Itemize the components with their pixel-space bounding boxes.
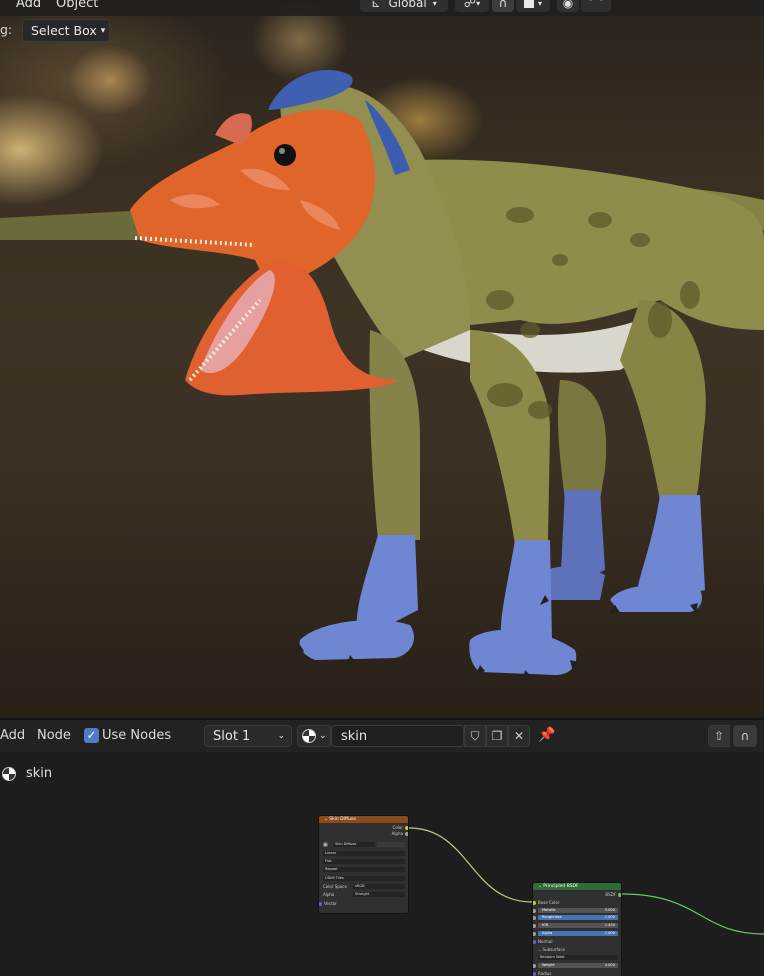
dinosaur-model-render[interactable] <box>0 0 764 718</box>
chevron-down-icon: ⌄ <box>319 731 327 741</box>
image-actions[interactable] <box>377 842 405 847</box>
pin-icon: 📌 <box>538 727 556 743</box>
node-editor-header: Add Node ✓ Use Nodes Slot 1 ⌄ ⌄ skin ⛉ ❐… <box>0 720 764 752</box>
link-color-to-base-color <box>408 827 533 903</box>
proportional-editing-toggle[interactable]: ◉ <box>557 0 579 12</box>
drag-label: g: <box>0 22 13 37</box>
color-space-dropdown[interactable]: sRGB <box>353 884 405 889</box>
pivot-icon: ☍ <box>463 0 477 10</box>
image-browse-icon[interactable]: ▣ <box>323 842 328 848</box>
alpha-mode-dropdown[interactable]: Straight <box>353 892 405 897</box>
falloff-dropdown[interactable]: ⌒ <box>581 0 611 12</box>
falloff-curve-icon: ⌒ <box>589 0 602 11</box>
pivot-point-dropdown[interactable]: ☍ ▾ <box>455 0 489 12</box>
subsurface-method-dropdown[interactable]: Random Walk <box>538 955 618 960</box>
input-metallic-socket[interactable] <box>533 909 536 913</box>
link-bsdf-output <box>621 893 764 935</box>
use-nodes-checkbox[interactable]: ✓ <box>84 728 99 743</box>
roughness-slider[interactable]: Roughness 1.000 <box>538 915 618 920</box>
checkmark-icon: ✓ <box>86 728 97 742</box>
metallic-slider[interactable]: Metallic 0.000 <box>538 908 618 913</box>
slot-dropdown[interactable]: Slot 1 ⌄ <box>204 725 292 747</box>
close-icon: ✕ <box>513 729 525 743</box>
radius-label: Radius <box>538 971 552 976</box>
interpolation-dropdown[interactable]: Linear <box>323 851 405 856</box>
image-texture-node[interactable]: ⌄ Skin Diffuse Color Alpha ▣ Skin Diffus… <box>318 815 409 914</box>
principled-bsdf-node[interactable]: ⌄ Principled BSDF BSDF Base Color Metall… <box>532 882 622 976</box>
menu-add[interactable]: Add <box>16 0 41 11</box>
duplicate-material-button[interactable]: ❐ <box>486 725 508 747</box>
parent-node-tree-button[interactable]: ⇧ <box>708 725 730 747</box>
copy-icon: ❐ <box>491 729 503 743</box>
output-color-label: Color <box>392 825 403 830</box>
transform-axes-icon: ⊾ <box>371 0 381 10</box>
snap-square-icon <box>523 0 534 8</box>
material-sphere-icon <box>302 729 316 743</box>
input-ior-socket[interactable] <box>533 924 536 928</box>
output-alpha-label: Alpha <box>391 831 403 836</box>
normal-label: Normal <box>538 939 553 944</box>
input-radius-socket[interactable] <box>533 972 536 976</box>
input-vector-socket[interactable] <box>319 902 322 906</box>
subsurface-weight-slider[interactable]: Weight 0.000 <box>538 963 618 968</box>
color-space-label: Color Space <box>323 884 347 889</box>
menu-node[interactable]: Node <box>37 728 71 743</box>
node-header[interactable]: ⌄ Principled BSDF <box>533 883 621 890</box>
menu-object[interactable]: Object <box>56 0 98 11</box>
magnet-icon: ∩ <box>498 0 508 10</box>
base-color-label: Base Color <box>538 900 560 905</box>
input-base-color-socket[interactable] <box>533 901 536 905</box>
snap-toggle[interactable]: ∩ <box>733 725 757 747</box>
subsurface-panel-toggle[interactable]: ⌄ Subsurface <box>538 947 565 952</box>
transform-orientation-dropdown[interactable]: ⊾ Global ▾ <box>360 0 448 12</box>
fake-user-button[interactable]: ⛉ <box>464 725 486 747</box>
shield-icon: ⛉ <box>470 728 480 743</box>
material-name-field[interactable]: skin <box>331 725 464 747</box>
node-canvas[interactable]: skin ⌄ Skin Diffuse Color Alpha ▣ Skin D… <box>0 752 764 976</box>
input-roughness-socket[interactable] <box>533 916 536 920</box>
projection-dropdown[interactable]: Flat <box>323 859 405 864</box>
chevron-down-icon: ⌄ <box>277 731 285 741</box>
proportional-falloff-icon: ◉ <box>562 0 574 10</box>
extension-dropdown[interactable]: Repeat <box>323 867 405 872</box>
snap-toggle[interactable]: ∩ <box>492 0 514 12</box>
unlink-material-button[interactable]: ✕ <box>508 725 530 747</box>
input-normal-socket[interactable] <box>533 940 536 944</box>
image-name-field[interactable]: Skin Diffuse <box>333 842 375 847</box>
pin-button[interactable]: 📌 <box>538 727 555 743</box>
material-browse-button[interactable]: ⌄ <box>297 725 331 747</box>
node-header[interactable]: ⌄ Skin Diffuse <box>319 816 408 823</box>
chevron-down-icon: ▾ <box>432 0 437 8</box>
use-nodes-label[interactable]: Use Nodes <box>102 728 171 743</box>
output-bsdf-socket[interactable] <box>618 893 621 897</box>
3d-viewport[interactable]: Add Object ⊾ Global ▾ ☍ ▾ ∩ ▾ ◉ ⌒ g: Sele… <box>0 0 764 718</box>
alpha-mode-label: Alpha <box>323 892 335 897</box>
input-alpha-socket[interactable] <box>533 932 536 936</box>
snap-target-dropdown[interactable]: ▾ <box>516 0 550 12</box>
output-color-socket[interactable] <box>405 826 408 830</box>
input-vector-label: Vector <box>324 901 337 906</box>
ior-slider[interactable]: IOR 1.450 <box>538 923 618 928</box>
output-alpha-socket[interactable] <box>405 832 408 836</box>
magnet-icon: ∩ <box>740 729 750 743</box>
collapse-icon: ⌄ <box>538 884 542 889</box>
output-bsdf-label: BSDF <box>605 892 616 897</box>
chevron-down-icon: ▾ <box>100 25 106 36</box>
select-box-dropdown[interactable]: Select Box ▾ <box>22 19 110 42</box>
menu-add[interactable]: Add <box>0 728 25 743</box>
arrow-up-icon: ⇧ <box>713 729 725 743</box>
input-weight-socket[interactable] <box>533 964 536 968</box>
source-dropdown[interactable]: UDIM Tiles <box>323 876 405 881</box>
alpha-slider[interactable]: Alpha 1.000 <box>538 931 618 936</box>
collapse-icon: ⌄ <box>324 817 328 822</box>
